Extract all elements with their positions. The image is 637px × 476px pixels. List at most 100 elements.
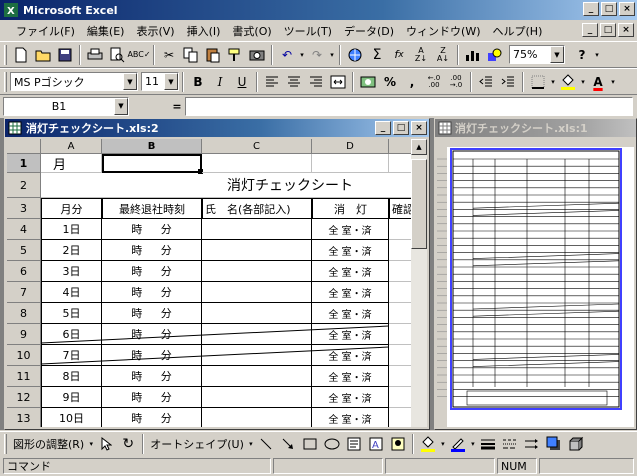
help-icon[interactable]: ? — [571, 44, 593, 66]
sheet-thumbnail[interactable] — [437, 139, 634, 427]
cell-name[interactable] — [202, 240, 312, 261]
line-color-icon[interactable] — [447, 433, 469, 455]
hyperlink-icon[interactable] — [344, 44, 366, 66]
undo-dropdown-icon[interactable]: ▾ — [298, 44, 306, 66]
cell-confirm[interactable] — [389, 408, 411, 427]
line-tool-icon[interactable] — [255, 433, 277, 455]
menu-file[interactable]: ファイル(F) — [10, 23, 81, 39]
fill-color-icon[interactable] — [557, 71, 579, 93]
row-header-7[interactable]: 7 — [7, 282, 41, 303]
row-header-12[interactable]: 12 — [7, 387, 41, 408]
draw-fill-color-icon[interactable] — [417, 433, 439, 455]
cell-confirm[interactable] — [389, 303, 411, 324]
fill-color-dropdown-icon[interactable]: ▾ — [579, 71, 587, 93]
sort-ascending-icon[interactable]: A Z↓ — [410, 44, 432, 66]
cell-day[interactable]: 5日 — [41, 303, 102, 324]
camera-icon[interactable] — [246, 44, 268, 66]
wb2-minimize-button[interactable]: _ — [375, 121, 391, 135]
cell-name[interactable] — [202, 261, 312, 282]
row-header-4[interactable]: 4 — [7, 219, 41, 240]
cell-b1-selected[interactable] — [102, 154, 202, 173]
draw-adjust-dropdown-icon[interactable]: ▾ — [87, 433, 95, 455]
doc-minimize-button[interactable]: _ — [582, 23, 598, 37]
increase-decimal-icon[interactable]: ←.0.00 — [423, 71, 445, 93]
decrease-decimal-icon[interactable]: .00 →.0 — [445, 71, 467, 93]
column-header-a[interactable]: A — [41, 139, 102, 154]
cell-lights-off[interactable]: 全 室・済 — [312, 240, 389, 261]
header-lights-off[interactable]: 消 灯 — [312, 198, 389, 219]
name-box[interactable]: B1 ▼ — [3, 96, 129, 116]
cell-name[interactable] — [202, 219, 312, 240]
borders-dropdown-icon[interactable]: ▾ — [549, 71, 557, 93]
cell-name[interactable] — [202, 366, 312, 387]
print-icon[interactable] — [84, 44, 106, 66]
rectangle-tool-icon[interactable] — [299, 433, 321, 455]
cell-lights-off[interactable]: 全 室・済 — [312, 387, 389, 408]
cell-lights-off[interactable]: 全 室・済 — [312, 261, 389, 282]
wb2-maximize-button[interactable]: □ — [393, 121, 409, 135]
close-button[interactable]: × — [619, 2, 635, 16]
line-style-icon[interactable] — [477, 433, 499, 455]
clipart-icon[interactable] — [387, 433, 409, 455]
increase-indent-icon[interactable] — [497, 71, 519, 93]
header-name[interactable]: 氏 名(各部記入) — [202, 198, 312, 219]
shadow-icon[interactable] — [543, 433, 565, 455]
cell-day[interactable]: 9日 — [41, 387, 102, 408]
header-last-time[interactable]: 最終退社時刻 — [102, 198, 202, 219]
row-header-11[interactable]: 11 — [7, 366, 41, 387]
zoom-select[interactable]: 75% ▼ — [509, 45, 565, 64]
draw-fill-dropdown-icon[interactable]: ▾ — [439, 433, 447, 455]
cell-lights-off[interactable]: 全 室・済 — [312, 408, 389, 427]
cell-time[interactable]: 時分 — [102, 303, 202, 324]
cell-name[interactable] — [202, 282, 312, 303]
cell-day[interactable]: 8日 — [41, 366, 102, 387]
italic-button[interactable]: I — [209, 71, 231, 93]
cell-c1[interactable] — [202, 154, 312, 173]
merge-center-icon[interactable] — [327, 71, 349, 93]
menu-insert[interactable]: 挿入(I) — [181, 23, 227, 39]
row-header-13[interactable]: 13 — [7, 408, 41, 427]
doc-restore-button[interactable]: □ — [600, 23, 616, 37]
cell-confirm[interactable] — [389, 282, 411, 303]
font-name-select[interactable]: MS Pゴシック ▼ — [10, 72, 138, 91]
header-month[interactable]: 月分 — [41, 198, 102, 219]
menu-format[interactable]: 書式(O) — [226, 23, 277, 39]
percent-button[interactable]: % — [379, 71, 401, 93]
row-header-2[interactable]: 2 — [7, 173, 41, 198]
row-header-10[interactable]: 10 — [7, 345, 41, 366]
3d-icon[interactable] — [565, 433, 587, 455]
cell-name[interactable] — [202, 408, 312, 427]
line-color-dropdown-icon[interactable]: ▾ — [469, 433, 477, 455]
cell-confirm[interactable] — [389, 324, 411, 345]
help-dropdown-icon[interactable]: ▾ — [593, 44, 601, 66]
cell-time[interactable]: 時分 — [102, 240, 202, 261]
column-header-d[interactable]: D — [312, 139, 389, 154]
cell-day[interactable]: 4日 — [41, 282, 102, 303]
borders-icon[interactable] — [527, 71, 549, 93]
redo-dropdown-icon[interactable]: ▾ — [328, 44, 336, 66]
autosum-icon[interactable]: Σ — [366, 44, 388, 66]
vertical-scrollbar[interactable]: ▲ — [411, 139, 427, 427]
chart-wizard-icon[interactable] — [462, 44, 484, 66]
worksheet-grid[interactable]: A B C D 1 2 3 4 5 6 7 8 9 10 11 12 13 月 — [7, 139, 411, 427]
formula-input[interactable] — [185, 96, 633, 116]
cell-name[interactable] — [202, 303, 312, 324]
column-header-c[interactable]: C — [202, 139, 312, 154]
maximize-button[interactable]: □ — [601, 2, 617, 16]
print-preview-icon[interactable] — [106, 44, 128, 66]
cell-confirm[interactable] — [389, 240, 411, 261]
textbox-tool-icon[interactable] — [343, 433, 365, 455]
font-color-dropdown-icon[interactable]: ▾ — [609, 71, 617, 93]
underline-button[interactable]: U — [231, 71, 253, 93]
column-header-e[interactable] — [389, 139, 411, 154]
row-header-1[interactable]: 1 — [7, 154, 41, 173]
font-color-icon[interactable]: A — [587, 71, 609, 93]
undo-icon[interactable]: ↶ — [276, 44, 298, 66]
new-file-icon[interactable] — [10, 44, 32, 66]
cell-confirm[interactable] — [389, 387, 411, 408]
cell-e1[interactable] — [389, 154, 411, 173]
cell-confirm[interactable] — [389, 366, 411, 387]
cell-d1[interactable] — [312, 154, 389, 173]
cell-lights-off[interactable]: 全 室・済 — [312, 303, 389, 324]
paste-icon[interactable] — [202, 44, 224, 66]
